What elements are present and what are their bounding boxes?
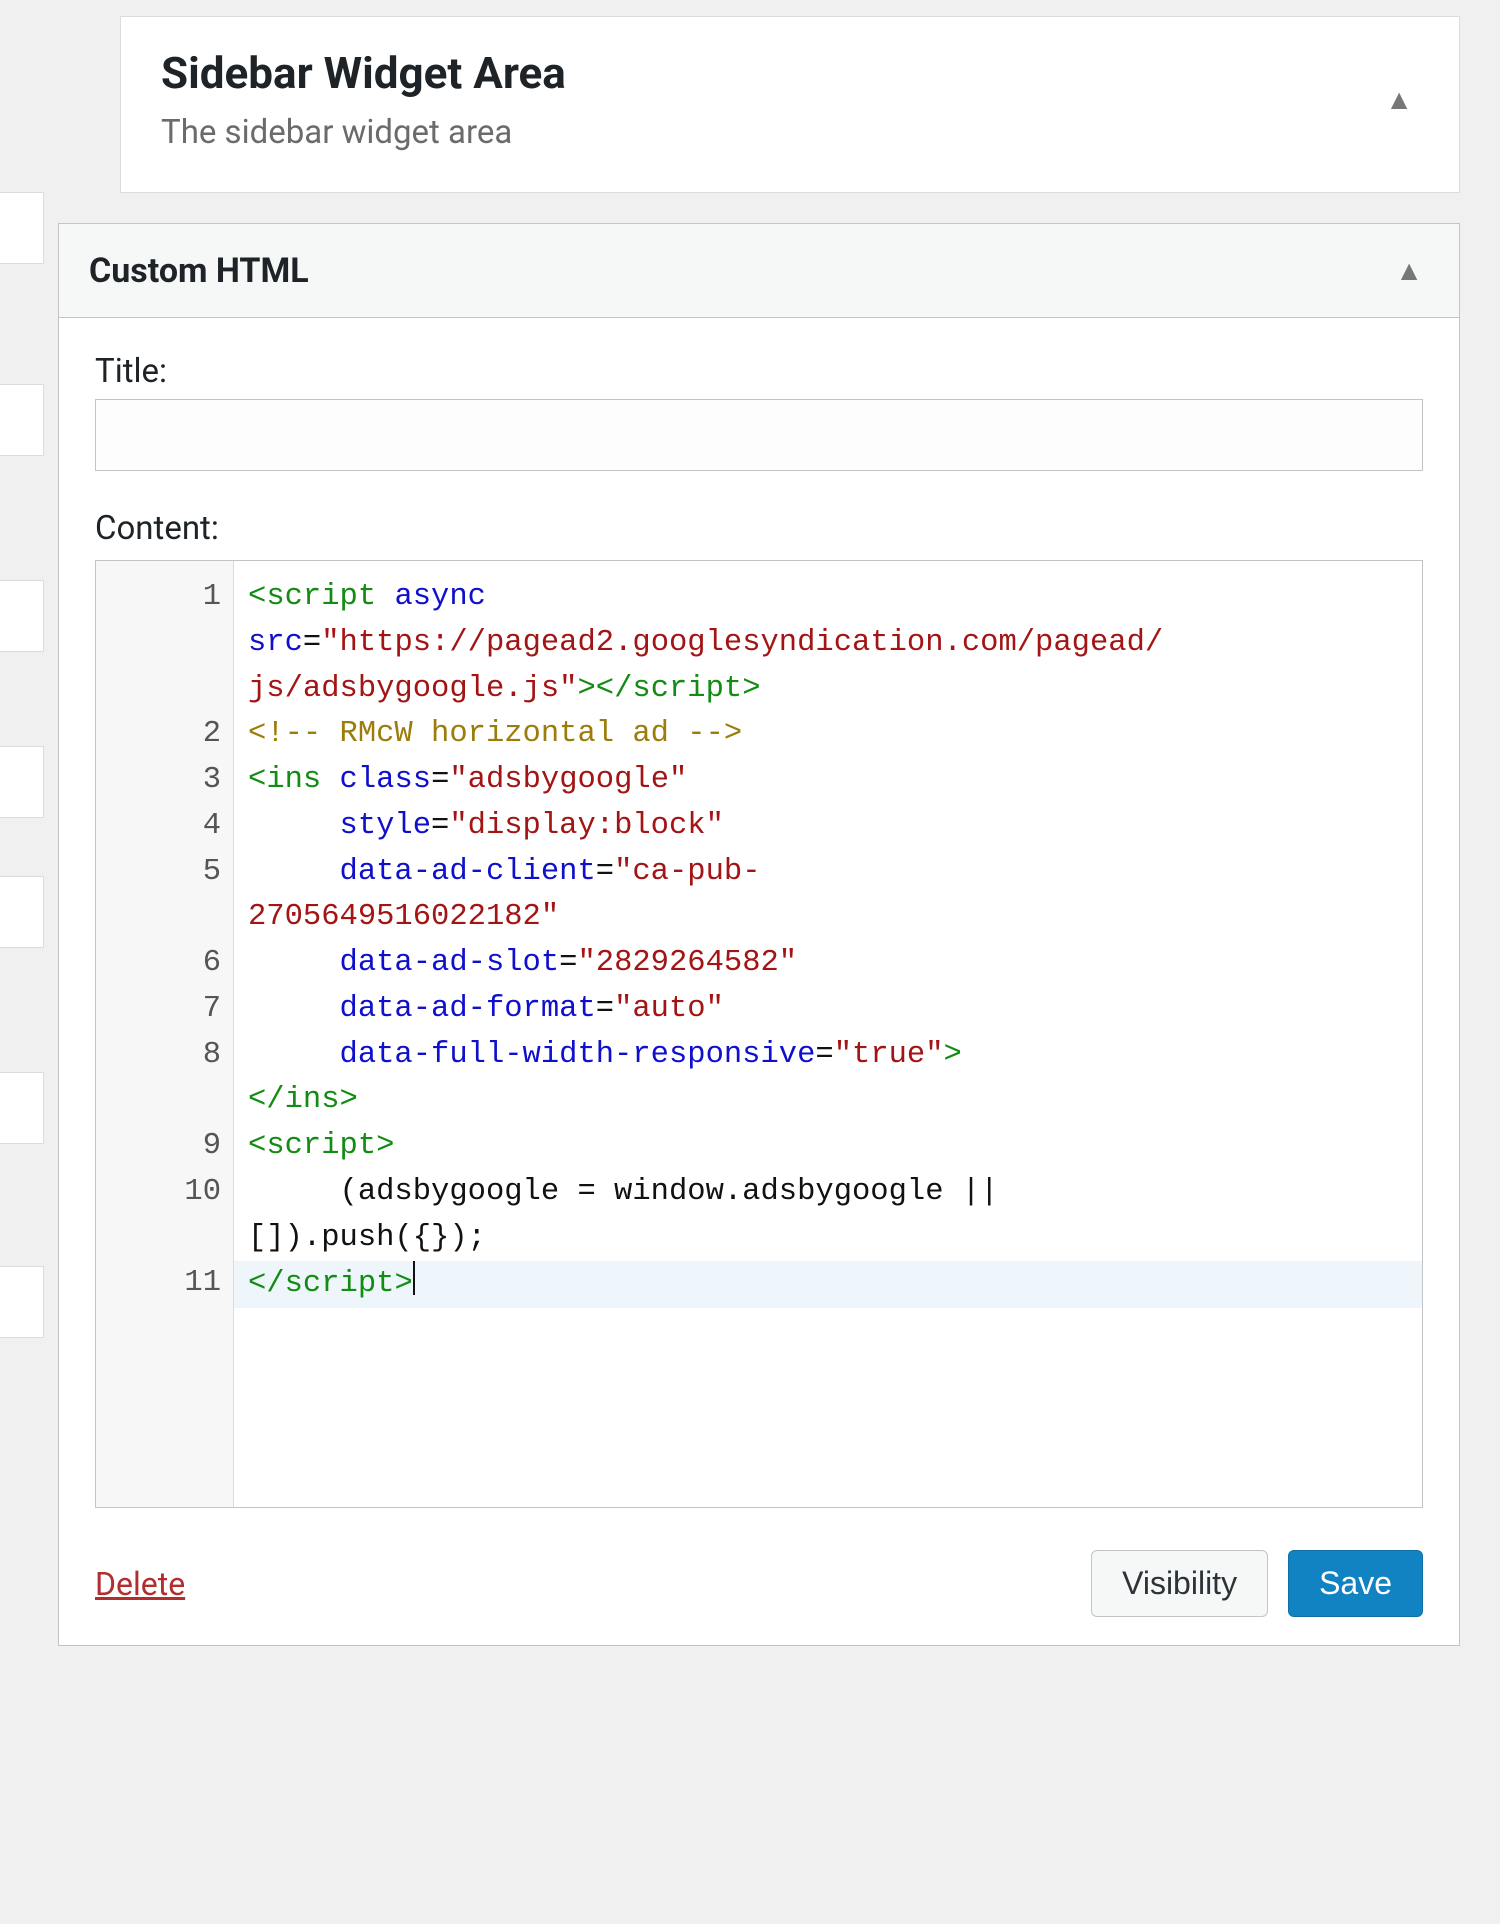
widget-area-description: The sidebar widget area	[161, 113, 566, 152]
title-field-label: Title:	[95, 352, 1423, 391]
widget-area-panel: Sidebar Widget Area The sidebar widget a…	[120, 16, 1460, 193]
code-gutter: 1 2 3 4 5 6 7 8 9 10 11	[96, 561, 234, 1507]
delete-link[interactable]: Delete	[95, 1565, 185, 1603]
sidebar-stub	[0, 0, 56, 1924]
save-button[interactable]: Save	[1288, 1550, 1423, 1617]
collapse-area-icon[interactable]: ▲	[1379, 77, 1419, 122]
widget-header[interactable]: Custom HTML ▲	[59, 224, 1459, 318]
widget-area-title: Sidebar Widget Area	[161, 47, 566, 99]
content-field-label: Content:	[95, 509, 1423, 548]
widget-custom-html: Custom HTML ▲ Title: Content: 1 2 3 4 5 …	[58, 223, 1460, 1646]
code-editor[interactable]: 1 2 3 4 5 6 7 8 9 10 11 <script asyncsrc…	[95, 560, 1423, 1508]
visibility-button[interactable]: Visibility	[1091, 1550, 1268, 1617]
widget-type-label: Custom HTML	[89, 251, 309, 291]
title-input[interactable]	[95, 399, 1423, 471]
collapse-widget-icon[interactable]: ▲	[1389, 248, 1429, 293]
code-content[interactable]: <script asyncsrc="https://pagead2.google…	[234, 561, 1422, 1507]
